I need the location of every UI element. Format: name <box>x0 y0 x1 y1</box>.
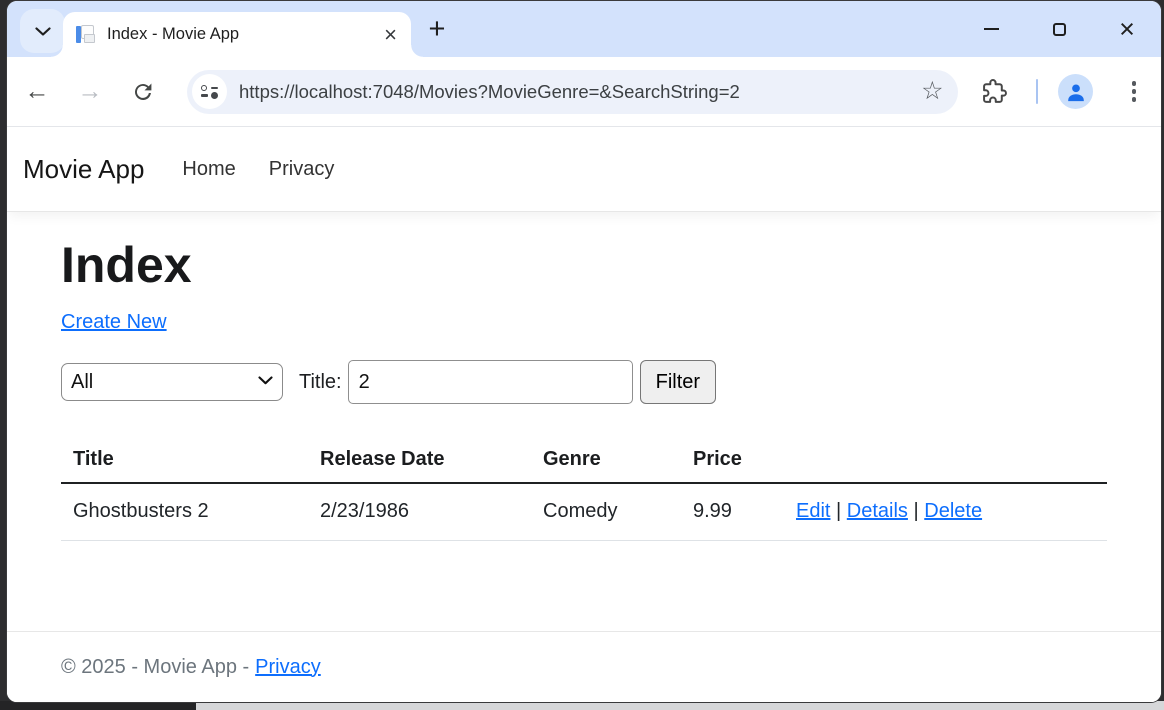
profile-avatar[interactable] <box>1058 74 1093 109</box>
genre-select[interactable]: All <box>61 363 283 401</box>
close-icon: × <box>1119 16 1135 43</box>
url-text[interactable]: https://localhost:7048/Movies?MovieGenre… <box>239 81 913 103</box>
extensions-button[interactable] <box>978 75 1012 109</box>
maximize-icon <box>1053 23 1066 36</box>
site-navbar: Movie App Home Privacy <box>7 127 1161 212</box>
site-settings-button[interactable] <box>192 74 227 109</box>
table-header-row: Title Release Date Genre Price <box>61 440 1107 483</box>
cell-actions: Edit | Details | Delete <box>784 483 1107 541</box>
site-settings-icon <box>201 85 218 99</box>
page-favicon-icon <box>76 25 96 44</box>
window-maximize-button[interactable] <box>1025 1 1093 57</box>
puzzle-icon <box>982 79 1007 104</box>
cell-release-date: 2/23/1986 <box>308 483 531 541</box>
action-separator: | <box>836 500 841 522</box>
tab-strip: Index - Movie App × + × <box>7 1 1161 57</box>
title-search-input[interactable] <box>348 360 633 404</box>
tab-title: Index - Movie App <box>107 25 384 44</box>
action-separator: | <box>914 500 919 522</box>
address-bar[interactable]: https://localhost:7048/Movies?MovieGenre… <box>187 70 958 114</box>
nav-link-privacy[interactable]: Privacy <box>269 158 335 181</box>
footer-privacy-link[interactable]: Privacy <box>255 656 321 679</box>
toolbar-divider <box>1036 79 1039 104</box>
window-close-button[interactable]: × <box>1093 1 1161 57</box>
movies-table: Title Release Date Genre Price Ghostbust… <box>61 440 1107 541</box>
person-icon <box>1065 81 1087 103</box>
browser-tab[interactable]: Index - Movie App × <box>63 12 411 57</box>
browser-toolbar: ← → https://localhost:7048/Movies?MovieG… <box>7 57 1161 127</box>
genre-select-wrap: All <box>61 363 283 401</box>
delete-link[interactable]: Delete <box>924 500 982 522</box>
bookmark-star-icon[interactable]: ☆ <box>921 79 943 104</box>
create-new-link[interactable]: Create New <box>61 311 167 334</box>
forward-button[interactable]: → <box>72 74 108 110</box>
edit-link[interactable]: Edit <box>796 500 830 522</box>
site-footer: © 2025 - Movie App - Privacy <box>7 631 1161 702</box>
navbar-brand[interactable]: Movie App <box>23 154 144 185</box>
window-controls: × <box>957 1 1161 57</box>
chevron-down-icon <box>35 27 51 36</box>
header-release-date: Release Date <box>308 440 531 483</box>
table-row: Ghostbusters 2 2/23/1986 Comedy 9.99 Edi… <box>61 483 1107 541</box>
main-content: Index Create New All Title: Filter Title <box>7 212 1161 541</box>
details-link[interactable]: Details <box>847 500 908 522</box>
back-button[interactable]: ← <box>19 74 55 110</box>
nav-link-home[interactable]: Home <box>182 158 235 181</box>
web-page: Movie App Home Privacy Index Create New … <box>7 127 1161 702</box>
header-actions <box>784 440 1107 483</box>
browser-menu-button[interactable] <box>1119 74 1149 110</box>
footer-copyright: © 2025 - Movie App - <box>61 656 249 679</box>
cell-title: Ghostbusters 2 <box>61 483 308 541</box>
header-price: Price <box>681 440 784 483</box>
header-title: Title <box>61 440 308 483</box>
filter-form: All Title: Filter <box>61 360 1107 404</box>
new-tab-button[interactable]: + <box>419 1 455 57</box>
window-minimize-button[interactable] <box>957 1 1025 57</box>
reload-button[interactable] <box>125 74 161 110</box>
title-search-label: Title: <box>299 371 342 394</box>
page-title: Index <box>61 238 1107 293</box>
header-genre: Genre <box>531 440 681 483</box>
browser-window: Index - Movie App × + × ← → https://loca… <box>6 0 1162 703</box>
minimize-icon <box>984 28 999 30</box>
filter-button[interactable]: Filter <box>640 360 716 404</box>
cell-genre: Comedy <box>531 483 681 541</box>
reload-icon <box>131 80 155 104</box>
cell-price: 9.99 <box>681 483 784 541</box>
tab-close-icon[interactable]: × <box>384 24 397 46</box>
